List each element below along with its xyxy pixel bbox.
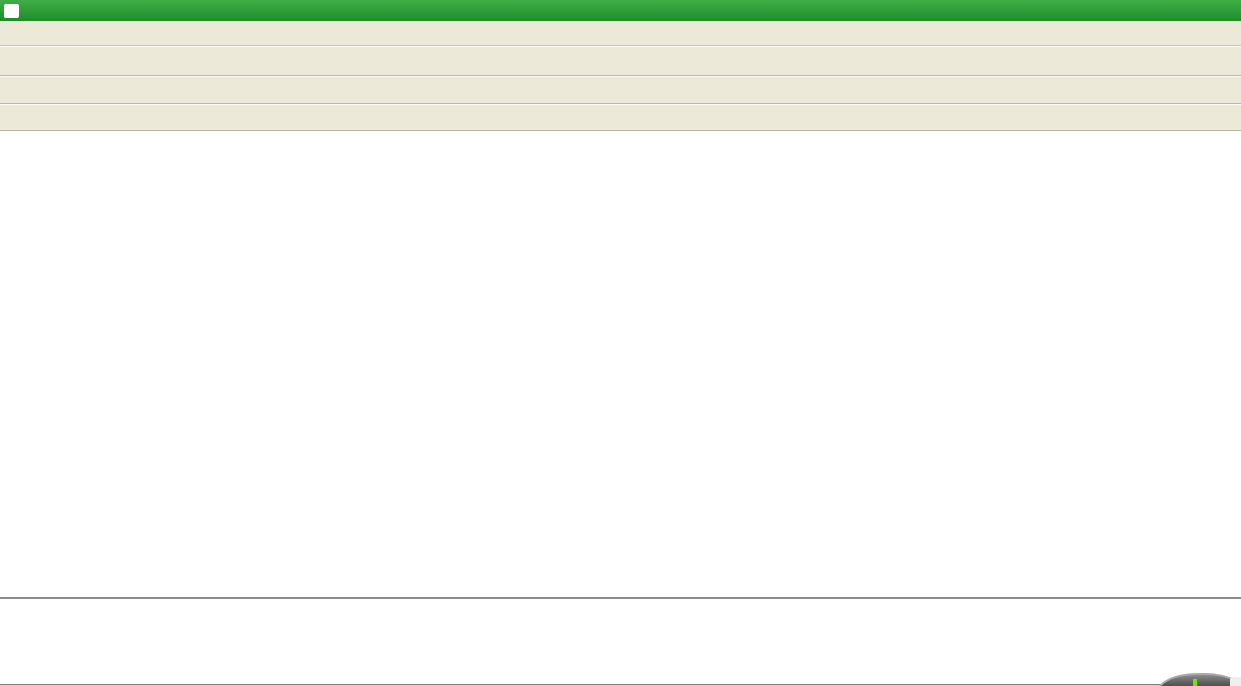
toolbar-main [0, 46, 1241, 76]
kline-canvas[interactable] [0, 131, 1241, 686]
app-logo-icon [4, 3, 19, 18]
chart-area[interactable] [0, 131, 1241, 686]
toolbar-tools [0, 76, 1241, 104]
menu-bar [0, 21, 1241, 46]
pane-separator [0, 597, 1241, 600]
widget-led-icon [1193, 679, 1197, 686]
toolbar-gann [0, 104, 1241, 131]
title-bar [0, 0, 1241, 21]
widget-tab[interactable] [1230, 677, 1241, 686]
